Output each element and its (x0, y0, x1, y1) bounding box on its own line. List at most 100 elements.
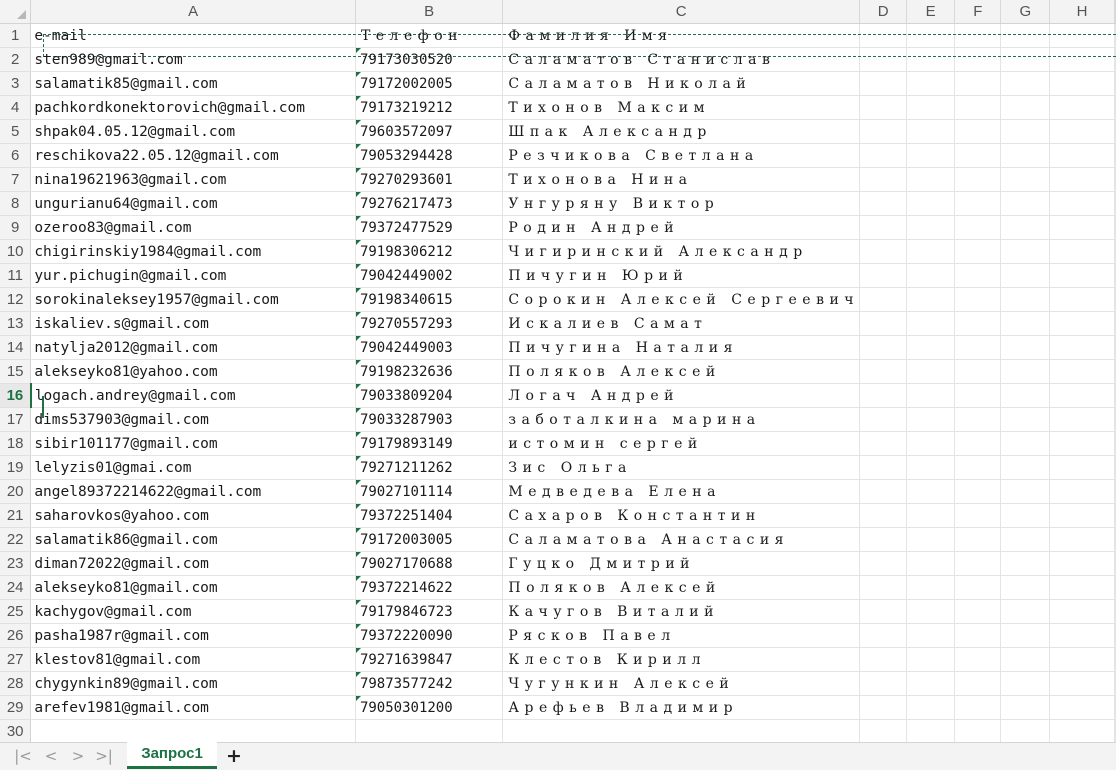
row-header[interactable]: 11 (0, 263, 32, 288)
cell-email[interactable]: sibir101177@gmail.com (30, 431, 356, 456)
cell-empty[interactable] (906, 503, 956, 528)
cell-empty[interactable] (1000, 335, 1051, 360)
cell-empty[interactable] (1049, 575, 1115, 600)
cell-name[interactable]: Сорокин Алексей Сергеевич (502, 287, 861, 312)
cell-empty[interactable] (906, 455, 956, 480)
cell-empty[interactable] (1000, 359, 1051, 384)
row-header[interactable]: 25 (0, 599, 32, 624)
row-header[interactable]: 13 (0, 311, 32, 336)
cell-empty[interactable] (1114, 335, 1116, 360)
cell-email[interactable]: chigirinskiy1984@gmail.com (30, 239, 356, 264)
row-header[interactable]: 28 (0, 671, 32, 696)
cell-empty[interactable] (1114, 143, 1116, 168)
cell-empty[interactable] (1049, 623, 1115, 648)
cell-empty[interactable] (859, 647, 908, 672)
row-header[interactable]: 30 (0, 719, 32, 742)
cell-name[interactable]: Шпак Александр (502, 119, 861, 144)
cell-empty[interactable] (1049, 407, 1115, 432)
cell-email[interactable]: diman72022@gmail.com (30, 551, 356, 576)
cell-empty[interactable] (859, 623, 908, 648)
cell-empty[interactable] (1049, 215, 1115, 240)
cell-empty[interactable] (906, 71, 956, 96)
cell-name[interactable]: Гуцко Дмитрий (502, 551, 861, 576)
cell-empty[interactable] (1000, 503, 1051, 528)
cell-empty[interactable] (1000, 695, 1051, 720)
cell-email[interactable]: arefev1981@gmail.com (30, 695, 356, 720)
cell-empty[interactable] (859, 383, 908, 408)
cell-email[interactable]: angel89372214622@gmail.com (30, 479, 356, 504)
cell-empty[interactable] (954, 383, 1002, 408)
cell-empty[interactable] (1049, 479, 1115, 504)
cell-email[interactable]: nina19621963@gmail.com (30, 167, 356, 192)
row-header[interactable]: 18 (0, 431, 32, 456)
cell-empty[interactable] (954, 599, 1002, 624)
row-header[interactable]: 19 (0, 455, 32, 480)
cell-empty[interactable] (954, 503, 1002, 528)
cell-empty[interactable] (1049, 47, 1115, 72)
cell-empty[interactable] (1114, 95, 1116, 120)
cell-name[interactable]: истомин сергей (502, 431, 861, 456)
row-header[interactable]: 27 (0, 647, 32, 672)
cell-empty[interactable] (1000, 23, 1051, 48)
cell-empty[interactable] (1049, 383, 1115, 408)
row-header[interactable]: 14 (0, 335, 32, 360)
cell-empty[interactable] (859, 335, 908, 360)
spreadsheet-grid[interactable]: ABCDEFGH 1 e-mail Телефон Фамилия Имя 2 sten9… (0, 0, 1116, 742)
cell-empty[interactable] (859, 479, 908, 504)
cell-empty[interactable] (906, 119, 956, 144)
cell-name[interactable]: Арефьев Владимир (502, 695, 861, 720)
cell-empty[interactable] (1049, 719, 1115, 742)
cell-empty[interactable] (954, 23, 1002, 48)
cell-empty[interactable] (1000, 143, 1051, 168)
cell-empty[interactable] (859, 527, 908, 552)
cell-empty[interactable] (1000, 407, 1051, 432)
cell-empty[interactable] (1000, 599, 1051, 624)
cell-phone[interactable]: 79027170688 (355, 551, 504, 576)
cell-empty[interactable] (954, 671, 1002, 696)
cell-empty[interactable] (1049, 431, 1115, 456)
cell-empty[interactable] (906, 359, 956, 384)
cell-empty[interactable] (1114, 647, 1116, 672)
cell-name[interactable]: Логач Андрей (502, 383, 861, 408)
cell-phone[interactable]: 79372220090 (355, 623, 504, 648)
cell-empty[interactable] (859, 359, 908, 384)
cell-name[interactable]: Рясков Павел (502, 623, 861, 648)
cell-empty[interactable] (859, 71, 908, 96)
cell-name[interactable]: Пичугин Юрий (502, 263, 861, 288)
cell-name[interactable]: Унгуряну Виктор (502, 191, 861, 216)
row-header[interactable]: 12 (0, 287, 32, 312)
cell-empty[interactable] (1114, 431, 1116, 456)
cell-empty[interactable] (859, 167, 908, 192)
cell-phone[interactable]: 79172003005 (355, 527, 504, 552)
cell-empty[interactable] (954, 287, 1002, 312)
cell-email[interactable]: alekseyko81@gmail.com (30, 575, 356, 600)
cell-phone[interactable]: 79372251404 (355, 503, 504, 528)
cell-empty[interactable] (1049, 23, 1115, 48)
cell-empty[interactable] (1049, 95, 1115, 120)
cell-phone[interactable]: 79172002005 (355, 71, 504, 96)
column-header-h[interactable]: H (1049, 0, 1115, 24)
cell-email[interactable]: lelyzis01@gmai.com (30, 455, 356, 480)
cell-phone[interactable]: 79033809204 (355, 383, 504, 408)
column-header-g[interactable]: G (1000, 0, 1051, 24)
cell-empty[interactable] (954, 191, 1002, 216)
cell-email[interactable]: salamatik85@gmail.com (30, 71, 356, 96)
cell-empty[interactable] (1000, 167, 1051, 192)
cell-phone[interactable]: 79271639847 (355, 647, 504, 672)
cell-empty[interactable] (859, 455, 908, 480)
cell-phone[interactable]: 79198232636 (355, 359, 504, 384)
cell-empty[interactable] (1114, 671, 1116, 696)
cell-empty[interactable] (906, 599, 956, 624)
cell-empty[interactable] (906, 215, 956, 240)
cell-name[interactable]: заботалкина марина (502, 407, 861, 432)
cell-empty[interactable] (954, 239, 1002, 264)
cell-empty[interactable] (859, 431, 908, 456)
cell-email[interactable]: saharovkos@yahoo.com (30, 503, 356, 528)
cell-empty[interactable] (1114, 119, 1116, 144)
cell-empty[interactable] (1000, 287, 1051, 312)
cell-empty[interactable] (906, 383, 956, 408)
cell-empty[interactable] (954, 719, 1002, 742)
cell-empty[interactable] (954, 479, 1002, 504)
cell-phone[interactable]: 79179893149 (355, 431, 504, 456)
cell-name[interactable]: Сахаров Константин (502, 503, 861, 528)
